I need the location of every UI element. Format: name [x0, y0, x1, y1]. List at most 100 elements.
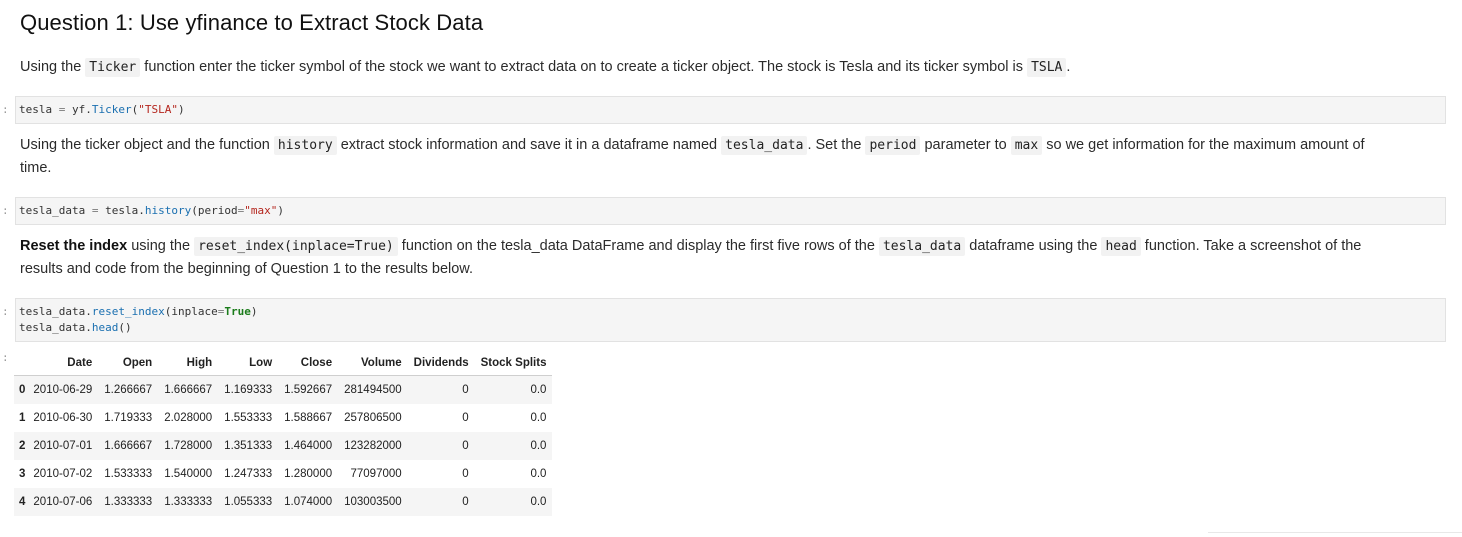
code-obj: tesla_data. — [19, 321, 92, 334]
text: Using the ticker object and the function — [20, 137, 274, 153]
cell-open: 1.533333 — [104, 468, 153, 480]
row-index: 4 — [19, 496, 26, 508]
divider — [1208, 532, 1462, 533]
column-header-dividends: Dividends — [407, 350, 475, 376]
cell-stock-splits: 0.0 — [530, 468, 547, 480]
code-cell-history[interactable]: tesla_data = tesla.history(period="max") — [15, 197, 1446, 225]
markdown-paragraph-reset-index: Reset the index using the reset_index(in… — [20, 235, 1440, 281]
inline-code-head: head — [1101, 237, 1141, 256]
cell-volume: 103003500 — [344, 496, 402, 508]
text: function enter the ticker symbol of the … — [140, 59, 1028, 75]
cell-high: 1.333333 — [164, 496, 213, 508]
code-string: "TSLA" — [138, 103, 178, 116]
code-var: tesla — [19, 103, 53, 116]
cell-low: 1.055333 — [224, 496, 273, 508]
table-row: 1 2010-06-30 1.719333 2.028000 1.553333 … — [14, 404, 552, 432]
question-heading: Question 1: Use yfinance to Extract Stoc… — [20, 10, 484, 35]
cell-dividends: 0 — [462, 384, 469, 396]
cell-close: 1.588667 — [284, 412, 333, 424]
column-header-stock-splits: Stock Splits — [474, 350, 553, 376]
column-header-low: Low — [218, 350, 279, 376]
cell-close: 1.280000 — [284, 468, 333, 480]
text: Using the — [20, 59, 86, 75]
cell-low: 1.553333 — [224, 412, 273, 424]
cell-open: 1.266667 — [104, 384, 153, 396]
column-header-close: Close — [278, 350, 339, 376]
column-header — [14, 350, 28, 376]
text: . — [1066, 59, 1071, 75]
cell-low: 1.351333 — [224, 440, 273, 452]
table-row: 2 2010-07-01 1.666667 1.728000 1.351333 … — [14, 432, 553, 460]
cell-stock-splits: 0.0 — [530, 412, 547, 424]
cell-close: 1.592667 — [284, 384, 333, 396]
code-cell-ticker[interactable]: tesla = yf.Ticker("TSLA") — [15, 96, 1446, 124]
code-paren: ) — [178, 103, 185, 116]
cell-close: 1.074000 — [284, 496, 333, 508]
text: time. — [20, 160, 52, 176]
text: function on the tesla_data DataFrame and… — [397, 238, 879, 254]
text: dataframe using the — [965, 238, 1102, 254]
inline-code-tesla-data: tesla_data — [878, 237, 966, 256]
text: results and code from the beginning of Q… — [20, 261, 473, 277]
column-header-high: High — [158, 350, 219, 376]
text: using the — [127, 238, 195, 254]
cell-high: 1.540000 — [164, 468, 213, 480]
cell-prompt: : — [2, 204, 9, 217]
cell-high: 1.728000 — [164, 440, 213, 452]
code-paren: ) — [250, 305, 258, 318]
cell-open: 1.719333 — [104, 412, 153, 424]
table-row: 4 2010-07-06 1.333333 1.333333 1.055333 … — [14, 488, 553, 516]
table-row: 0 2010-06-29 1.266667 1.666667 1.169333 … — [14, 375, 553, 404]
cell-open: 1.666667 — [104, 440, 153, 452]
code-op: = — [85, 204, 106, 217]
text: parameter to — [920, 137, 1011, 153]
inline-code-period: period — [865, 136, 921, 155]
text: extract stock information and save it in… — [336, 137, 722, 153]
cell-high: 1.666667 — [164, 384, 213, 396]
code-paren: (period — [191, 204, 238, 217]
code-func: history — [144, 204, 192, 217]
inline-code-ticker: Ticker — [85, 58, 141, 77]
row-index: 0 — [19, 384, 26, 396]
code-paren: (inplace — [164, 305, 218, 318]
cell-volume: 77097000 — [350, 468, 402, 480]
cell-date: 2010-07-01 — [33, 440, 93, 452]
output-prompt: : — [2, 351, 9, 364]
table-row: 3 2010-07-02 1.533333 1.540000 1.247333 … — [14, 460, 552, 488]
row-index: 1 — [19, 412, 26, 424]
column-header-date: Date — [27, 350, 99, 376]
cell-prompt: : — [2, 305, 9, 318]
cell-dividends: 0 — [462, 468, 469, 480]
code-paren: ) — [277, 204, 284, 217]
markdown-paragraph-history: Using the ticker object and the function… — [20, 134, 1440, 180]
cell-open: 1.333333 — [104, 496, 153, 508]
cell-low: 1.247333 — [224, 468, 273, 480]
text: function. Take a screenshot of the — [1140, 238, 1362, 254]
cell-volume: 257806500 — [344, 412, 402, 424]
code-func: head — [91, 321, 119, 334]
code-keyword: True — [224, 305, 251, 318]
code-obj: tesla. — [105, 204, 145, 217]
code-paren: () — [118, 321, 132, 334]
row-index: 3 — [19, 468, 26, 480]
code-func: reset_index — [91, 305, 165, 318]
column-header-open: Open — [98, 350, 159, 376]
cell-stock-splits: 0.0 — [530, 440, 547, 452]
cell-date: 2010-06-30 — [33, 412, 93, 424]
markdown-paragraph-ticker: Using the Ticker function enter the tick… — [20, 56, 1070, 79]
inline-code-tsla: TSLA — [1027, 58, 1067, 77]
bold-text: Reset the index — [20, 238, 128, 254]
cell-dividends: 0 — [462, 496, 469, 508]
text: . Set the — [807, 137, 866, 153]
code-cell-reset-head[interactable]: tesla_data.reset_index(inplace=True) tes… — [15, 298, 1446, 342]
cell-dividends: 0 — [462, 412, 469, 424]
notebook-page: Question 1: Use yfinance to Extract Stoc… — [0, 0, 1462, 537]
cell-volume: 123282000 — [344, 440, 402, 452]
cell-prompt: : — [2, 103, 9, 116]
cell-stock-splits: 0.0 — [530, 496, 547, 508]
row-index: 2 — [19, 440, 26, 452]
code-obj: tesla_data. — [19, 305, 92, 318]
column-header-volume: Volume — [338, 350, 408, 376]
dataframe-output: Date Open High Low Close Volume Dividend… — [14, 350, 553, 516]
code-op: = — [52, 103, 72, 116]
